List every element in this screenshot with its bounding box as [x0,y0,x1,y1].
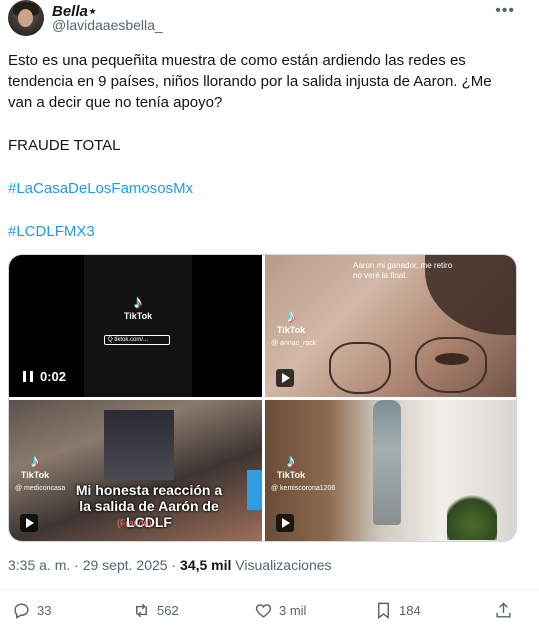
tiktok-wordmark: TikTok [123,311,153,321]
tiktok-username: @ mediconcasa [15,485,66,492]
person-figure [373,400,401,525]
bookmark-count: 184 [399,602,421,618]
tiktok-note-icon: ♪ [30,451,40,471]
tv-screen [247,470,262,510]
author-handle[interactable]: @lavidaaesbella_ [52,17,163,33]
video-overlay-subtext: (Fraude) [117,518,152,528]
wall-poster [104,410,174,480]
meta-separator: · [70,557,83,573]
meta-separator: · [167,557,181,573]
tiktok-username: @ annac_rack [271,340,317,347]
tiktok-note-icon: ♪ [286,451,296,471]
video-tile-2[interactable]: Aaron mi ganador, me retiro no veré la f… [265,255,516,397]
video-caption: Aaron mi ganador, me retiro no veré la f… [353,261,453,280]
like-button[interactable]: 3 mil [254,597,306,623]
tiktok-username: @ kemiscorona1206 [271,485,336,492]
reply-button[interactable]: 33 [12,597,51,623]
share-button[interactable] [494,597,519,623]
bookmark-icon [378,602,389,619]
tiktok-logo: ♪ TikTok [120,293,156,321]
share-icon [496,601,511,618]
author-avatar[interactable] [8,0,44,36]
play-icon[interactable] [276,369,294,387]
pause-icon[interactable] [23,371,33,382]
more-horizontal-icon[interactable]: ••• [495,2,515,20]
tweet-body: Esto es una pequeñita muestra de como es… [8,52,492,111]
glasses-right [415,337,487,393]
tiktok-splash-panel [84,255,192,397]
tweet-date[interactable]: 29 sept. 2025 [83,557,168,573]
plant [447,490,497,540]
video-tile-4[interactable]: ♪ TikTok @ kemiscorona1206 [265,400,516,541]
tweet-meta: 3:35 a. m. · 29 sept. 2025 · 34,5 mil Vi… [8,557,332,573]
retweet-icon [136,603,147,617]
tiktok-wordmark: TikTok [276,470,306,480]
tweet-text: Esto es una pequeñita muestra de como es… [8,50,508,242]
tiktok-search-box: Q tiktok.com/... [104,335,170,345]
tiktok-wordmark: TikTok [20,470,50,480]
hashtag-link-1[interactable]: #LaCasaDeLosFamososMx [8,178,508,199]
video-tile-1[interactable]: ♪ TikTok Q tiktok.com/... 0:02 [9,255,262,397]
video-time: 0:02 [40,369,67,384]
action-bar: 33 562 3 mil 184 [0,597,539,623]
like-count: 3 mil [279,602,307,618]
reply-icon [14,602,29,619]
hashtag-link-2[interactable]: #LCDLFMX3 [8,221,508,242]
tiktok-search-text: Q tiktok.com/... [108,337,149,343]
tweet-time[interactable]: 3:35 a. m. [8,557,70,573]
bookmark-button[interactable]: 184 [374,597,421,623]
glasses-left [329,342,391,394]
divider [0,589,539,590]
video-timer[interactable]: 0:02 [23,369,66,384]
avatar-face [18,9,33,27]
tiktok-logo: ♪ TikTok [273,307,309,335]
tiktok-logo: ♪ TikTok [17,452,53,480]
retweet-button[interactable]: 562 [132,597,179,623]
tweet-emphasis: FRAUDE TOTAL [8,137,121,154]
play-icon[interactable] [20,514,38,532]
reply-count: 33 [37,602,52,618]
video-tile-3[interactable]: ♪ TikTok @ mediconcasa Mi honesta reacci… [9,400,262,541]
tiktok-note-icon: ♪ [286,306,296,326]
views-label: Visualizaciones [231,557,332,573]
heart-icon [255,603,272,618]
play-icon[interactable] [276,514,294,532]
tiktok-logo: ♪ TikTok [273,452,309,480]
retweet-count: 562 [157,602,179,618]
views-count: 34,5 mil [180,557,232,573]
tiktok-note-icon: ♪ [133,292,143,312]
tiktok-wordmark: TikTok [276,325,306,335]
media-grid: ♪ TikTok Q tiktok.com/... 0:02 Aaron mi … [8,254,517,542]
